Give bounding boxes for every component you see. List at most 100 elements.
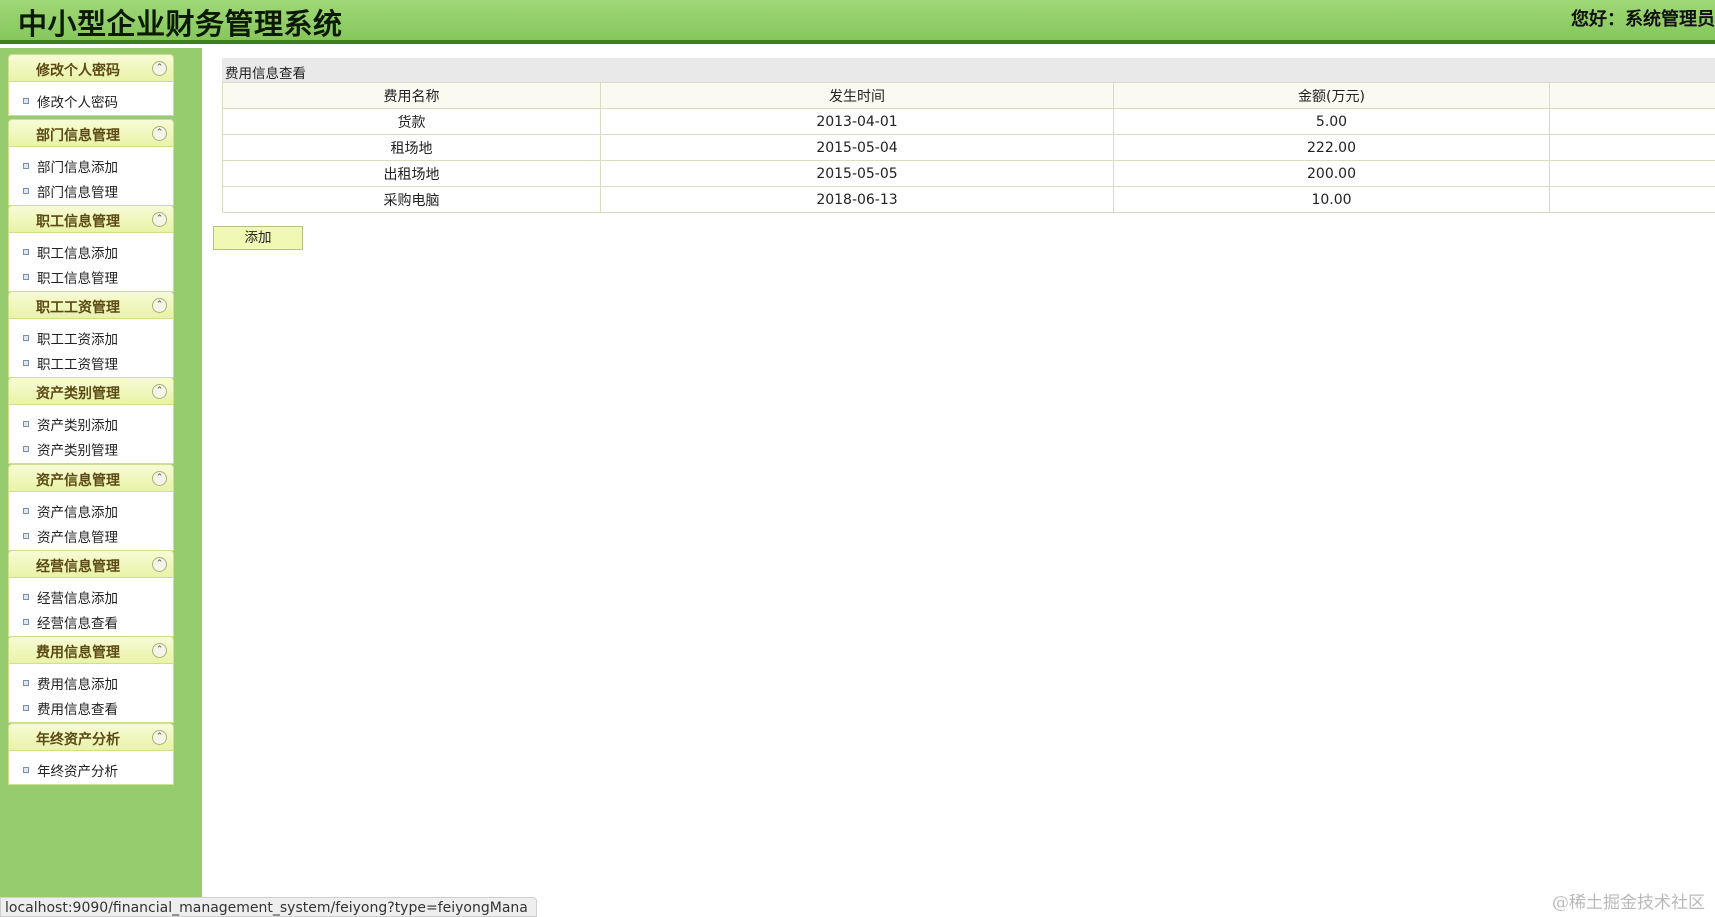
sidebar-menu-item-label: 费用信息查看 [37,701,118,718]
square-bullet-icon [23,766,29,773]
square-bullet-icon [23,679,29,686]
sidebar-group-body: 修改个人密码 [8,82,174,116]
sidebar-group: 职工工资管理 ⌃ 职工工资添加 职工工资管理 [8,291,174,378]
table-body: 货款 2013-04-01 5.00 租场地 2015-05-04 222.00 出租场地 2… [222,108,1715,213]
sidebar-group: 职工信息管理 ⌃ 职工信息添加 职工信息管理 [8,205,174,292]
chevron-up-double-icon[interactable]: ⌃ [152,384,167,399]
square-bullet-icon [23,445,29,452]
sidebar-menu-item[interactable]: 经营信息查看 [23,609,173,634]
cell-fee-name: 出租场地 [222,160,601,187]
cell-fee-name: 货款 [222,108,601,135]
sidebar-group: 年终资产分析 ⌃ 年终资产分析 [8,723,174,785]
sidebar-group-title: 资产类别管理 [36,386,120,402]
sidebar-menu-item[interactable]: 资产信息添加 [23,498,173,523]
sidebar-menu-item[interactable]: 资产信息管理 [23,523,173,548]
sidebar-group-title: 经营信息管理 [36,559,120,575]
sidebar-group-header[interactable]: 部门信息管理 ⌃ [8,119,174,147]
user-greeting: 您好：系统管理员 [1571,9,1715,30]
add-button[interactable]: 添加 [213,226,303,250]
cell-amount: 222.00 [1113,134,1550,161]
app-window: 中小型企业财务管理系统 您好：系统管理员 修改个人密码 ⌃ 修改个人密码部门信息管理… [0,0,1715,917]
square-bullet-icon [23,618,29,625]
cell-actions [1549,160,1715,187]
sidebar-menu-item[interactable]: 费用信息添加 [23,670,173,695]
sidebar-group-title: 修改个人密码 [36,63,120,79]
sidebar-group: 修改个人密码 ⌃ 修改个人密码 [8,54,174,116]
table-row: 货款 2013-04-01 5.00 [222,108,1715,135]
sidebar-menu-item-label: 职工工资添加 [37,331,118,348]
sidebar-menu-item[interactable]: 职工工资添加 [23,325,173,350]
square-bullet-icon [23,359,29,366]
sidebar-group-title: 资产信息管理 [36,473,120,489]
cell-date: 2013-04-01 [600,108,1114,135]
sidebar-menu-item[interactable]: 资产类别添加 [23,411,173,436]
square-bullet-icon [23,507,29,514]
sidebar-menu-item[interactable]: 资产类别管理 [23,436,173,461]
sidebar-group-body: 费用信息添加 费用信息查看 [8,664,174,723]
sidebar-group-header[interactable]: 职工工资管理 ⌃ [8,291,174,319]
sidebar-menu-item-label: 资产信息添加 [37,504,118,521]
sidebar-group-header[interactable]: 资产类别管理 ⌃ [8,377,174,405]
sidebar-group-body: 年终资产分析 [8,751,174,785]
column-header-date: 发生时间 [600,82,1114,109]
sidebar-menu-item[interactable]: 职工信息管理 [23,264,173,289]
sidebar-group: 资产信息管理 ⌃ 资产信息添加 资产信息管理 [8,464,174,551]
main-content: 费用信息查看 费用名称 发生时间 金额(万元) 货款 2013-04-01 5.00… [202,48,1715,917]
sidebar-group-body: 资产类别添加 资产类别管理 [8,405,174,464]
chevron-up-double-icon[interactable]: ⌃ [152,471,167,486]
sidebar-group-body: 部门信息添加 部门信息管理 [8,147,174,206]
cell-actions [1549,134,1715,161]
sidebar-group-header[interactable]: 费用信息管理 ⌃ [8,636,174,664]
square-bullet-icon [23,97,29,104]
fee-info-panel: 费用信息查看 费用名称 发生时间 金额(万元) 货款 2013-04-01 5.00… [222,58,1715,213]
chevron-up-double-icon[interactable]: ⌃ [152,298,167,313]
sidebar-group-header[interactable]: 修改个人密码 ⌃ [8,54,174,82]
square-bullet-icon [23,248,29,255]
sidebar-group-body: 职工工资添加职工工资管理 [8,319,174,378]
sidebar-group-header[interactable]: 经营信息管理 ⌃ [8,550,174,578]
chevron-up-double-icon[interactable]: ⌃ [152,730,167,745]
top-banner: 中小型企业财务管理系统 您好：系统管理员 [0,0,1715,44]
cell-amount: 10.00 [1113,186,1550,213]
sidebar-menu-item[interactable]: 职工工资管理 [23,350,173,375]
sidebar-group: 部门信息管理 ⌃ 部门信息添加 部门信息管理 [8,119,174,206]
cell-date: 2015-05-05 [600,160,1114,187]
cell-amount: 200.00 [1113,160,1550,187]
square-bullet-icon [23,187,29,194]
app-title: 中小型企业财务管理系统 [18,7,343,41]
sidebar-group-header[interactable]: 资产信息管理 ⌃ [8,464,174,492]
chevron-up-double-icon[interactable]: ⌃ [152,212,167,227]
sidebar-group-title: 费用信息管理 [36,645,120,661]
sidebar-menu-item-label: 修改个人密码 [37,94,118,111]
sidebar-menu-item[interactable]: 部门信息管理 [23,178,173,203]
sidebar-group: 资产类别管理 ⌃ 资产类别添加 资产类别管理 [8,377,174,464]
sidebar-group-title: 职工信息管理 [36,214,120,230]
square-bullet-icon [23,162,29,169]
square-bullet-icon [23,593,29,600]
chevron-up-double-icon[interactable]: ⌃ [152,61,167,76]
table-row: 租场地 2015-05-04 222.00 [222,134,1715,161]
sidebar-group-title: 职工工资管理 [36,300,120,316]
chevron-up-double-icon[interactable]: ⌃ [152,557,167,572]
cell-actions [1549,186,1715,213]
sidebar-group-header[interactable]: 年终资产分析 ⌃ [8,723,174,751]
sidebar-group: 费用信息管理 ⌃ 费用信息添加 费用信息查看 [8,636,174,723]
column-header-amount: 金额(万元) [1113,82,1550,109]
sidebar-menu-item[interactable]: 费用信息查看 [23,695,173,720]
fee-table: 费用名称 发生时间 金额(万元) 货款 2013-04-01 5.00 租场地 2015… [222,82,1715,213]
sidebar-menu-item-label: 职工信息添加 [37,245,118,262]
sidebar-group-title: 年终资产分析 [36,732,120,748]
sidebar-menu-item[interactable]: 经营信息添加 [23,584,173,609]
panel-title: 费用信息查看 [222,58,1715,82]
sidebar-menu-item-label: 费用信息添加 [37,676,118,693]
sidebar-group-header[interactable]: 职工信息管理 ⌃ [8,205,174,233]
sidebar-menu-item[interactable]: 部门信息添加 [23,153,173,178]
table-header-row: 费用名称 发生时间 金额(万元) [222,82,1715,109]
chevron-up-double-icon[interactable]: ⌃ [152,126,167,141]
sidebar-menu-item[interactable]: 修改个人密码 [23,88,173,113]
table-row: 采购电脑 2018-06-13 10.00 [222,186,1715,213]
chevron-up-double-icon[interactable]: ⌃ [152,643,167,658]
sidebar-menu-item[interactable]: 年终资产分析 [23,757,173,782]
sidebar-menu-item[interactable]: 职工信息添加 [23,239,173,264]
cell-fee-name: 采购电脑 [222,186,601,213]
